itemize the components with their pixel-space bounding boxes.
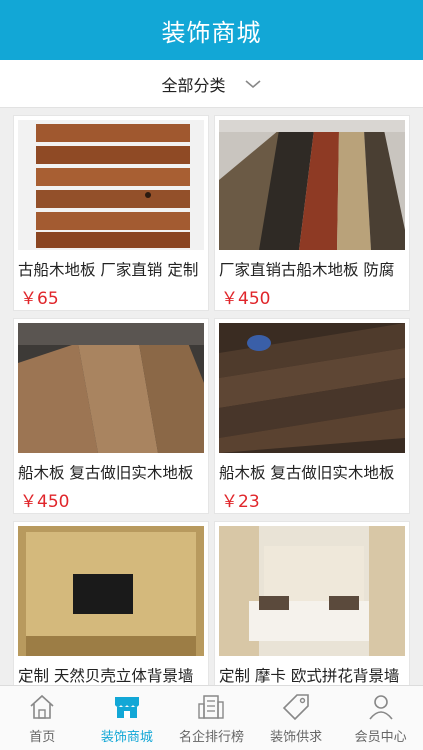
product-name: 厂家直销古船木地板 防腐 — [219, 261, 395, 279]
product-card[interactable]: 古船木地板 厂家直销 定制 ￥65 — [13, 115, 209, 311]
product-image — [219, 120, 405, 250]
product-image — [18, 120, 204, 250]
product-image — [18, 526, 204, 656]
tab-label: 装饰商城 — [100, 730, 153, 745]
building-icon — [198, 695, 225, 719]
tab-member-center[interactable]: 会员中心 — [338, 686, 423, 750]
home-icon — [30, 694, 54, 719]
user-icon — [369, 695, 393, 720]
product-card[interactable]: 船木板 复古做旧实木地板 ￥450 — [13, 318, 209, 514]
tab-label: 装饰供求 — [270, 730, 323, 745]
app-header: 装饰商城 — [0, 0, 423, 60]
product-card[interactable]: 定制 天然贝壳立体背景墙 — [13, 521, 209, 685]
page-title: 装饰商城 — [161, 18, 262, 47]
product-name: 定制 天然贝壳立体背景墙 — [18, 667, 194, 685]
product-name: 定制 摩卡 欧式拼花背景墙 — [219, 667, 400, 685]
tab-label: 首页 — [29, 730, 56, 745]
product-name: 船木板 复古做旧实木地板 — [18, 464, 194, 482]
tab-home[interactable]: 首页 — [0, 686, 85, 750]
product-name: 船木板 复古做旧实木地板 — [219, 464, 395, 482]
chevron-down-icon — [244, 79, 261, 88]
bottom-tab-bar: 首页 装饰商城 名企排行榜 装饰供求 会员中心 — [0, 685, 423, 750]
product-price: ￥450 — [221, 289, 271, 309]
tab-label: 名企排行榜 — [178, 730, 244, 745]
category-filter[interactable]: 全部分类 — [0, 60, 423, 108]
product-card[interactable]: 船木板 复古做旧实木地板 ￥23 — [214, 318, 410, 514]
tab-store[interactable]: 装饰商城 — [85, 686, 170, 750]
product-name: 古船木地板 厂家直销 定制 — [18, 261, 199, 279]
store-icon — [114, 697, 139, 718]
tab-label: 会员中心 — [354, 730, 407, 745]
product-image — [219, 323, 405, 453]
product-grid: 古船木地板 厂家直销 定制 ￥65 厂家直销古船木地板 防腐 ￥450 船木板 … — [0, 108, 423, 685]
category-filter-label: 全部分类 — [161, 75, 226, 95]
product-card[interactable]: 厂家直销古船木地板 防腐 ￥450 — [214, 115, 410, 311]
tab-supply-demand[interactable]: 装饰供求 — [254, 686, 339, 750]
product-price: ￥450 — [20, 492, 70, 512]
tab-ranking[interactable]: 名企排行榜 — [169, 686, 254, 750]
product-price: ￥65 — [20, 289, 59, 309]
product-price: ￥23 — [221, 492, 260, 512]
tag-icon — [282, 694, 309, 721]
product-image — [18, 323, 204, 453]
product-image — [219, 526, 405, 656]
product-card[interactable]: 定制 摩卡 欧式拼花背景墙 — [214, 521, 410, 685]
